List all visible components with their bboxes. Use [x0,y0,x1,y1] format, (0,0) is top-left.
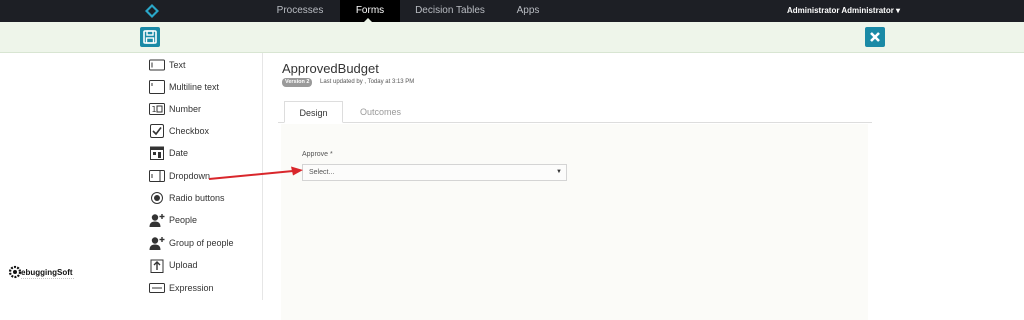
palette-item-label: Number [169,104,202,114]
group-add-icon [149,236,165,250]
form-canvas[interactable] [281,124,868,320]
palette-item-dropdown[interactable]: Dropdown [149,167,210,185]
nav-apps[interactable]: Apps [506,0,550,22]
form-title: ApprovedBudget [282,61,379,76]
palette-item-label: Upload [169,260,198,270]
palette-item-label: Multiline text [169,82,220,92]
palette-item-radio-buttons[interactable]: Radio buttons [149,189,225,207]
palette-item-label: Checkbox [169,126,210,136]
approve-field-label: Approve * [302,151,333,158]
caret-down-icon: ▼ [556,169,562,175]
number-icon: 1 [149,102,165,116]
palette-item-label: Dropdown [169,171,211,181]
palette-item-label: Group of people [169,238,234,248]
debuggingsoft-watermark: ebuggingSoft [8,263,78,283]
palette-item-expression[interactable]: Expression [149,279,214,297]
text-field-icon [149,58,165,72]
palette-item-people[interactable]: People [149,211,197,229]
svg-text:1: 1 [152,105,157,114]
dropdown-placeholder: Select... [309,169,335,176]
top-navbar: Processes Forms Decision Tables Apps Adm… [0,0,1024,22]
close-button[interactable] [865,27,885,47]
approve-dropdown[interactable]: Select... ▼ [302,164,567,181]
person-add-icon [149,213,165,227]
palette-item-number[interactable]: 1 Number [149,100,201,118]
nav-processes[interactable]: Processes [268,0,332,22]
palette-item-group-of-people[interactable]: Group of people [149,234,234,252]
palette-item-multiline-text[interactable]: Multiline text [149,78,219,96]
close-x-icon [870,32,880,42]
palette-item-label: Expression [169,283,214,293]
last-updated-text: Last updated by , Today at 3:13 PM [320,79,415,85]
palette-item-label: Text [169,60,186,70]
upload-icon [149,258,165,273]
editor-toolbar [0,22,1024,53]
nav-decision-tables[interactable]: Decision Tables [410,0,490,22]
tab-outcomes[interactable]: Outcomes [358,101,403,123]
app-logo-icon[interactable] [145,4,159,18]
multiline-text-icon [149,80,165,94]
palette-item-upload[interactable]: Upload [149,256,198,274]
svg-text:ebuggingSoft: ebuggingSoft [21,268,73,277]
palette-item-text[interactable]: Text [149,56,186,74]
version-badge: Version 2 [282,78,313,87]
checkbox-icon [149,124,165,138]
debuggingsoft-logo: ebuggingSoft [8,265,74,279]
palette-item-checkbox[interactable]: Checkbox [149,122,209,140]
palette-item-label: People [169,215,198,225]
dropdown-icon [149,169,165,183]
palette-item-label: Date [169,148,189,158]
floppy-disk-icon [143,30,157,44]
tab-design[interactable]: Design [284,101,343,123]
palette-item-date[interactable]: Date [149,144,188,162]
palette-item-label: Radio buttons [169,193,225,203]
annotation-arrow-icon [208,166,303,180]
expression-icon [149,281,165,295]
radio-icon [149,191,165,205]
user-menu[interactable]: Administrator Administrator ▾ [787,0,900,22]
calendar-icon [149,146,165,160]
save-button[interactable] [140,27,160,47]
editor-tabs: Design Outcomes [278,101,872,123]
